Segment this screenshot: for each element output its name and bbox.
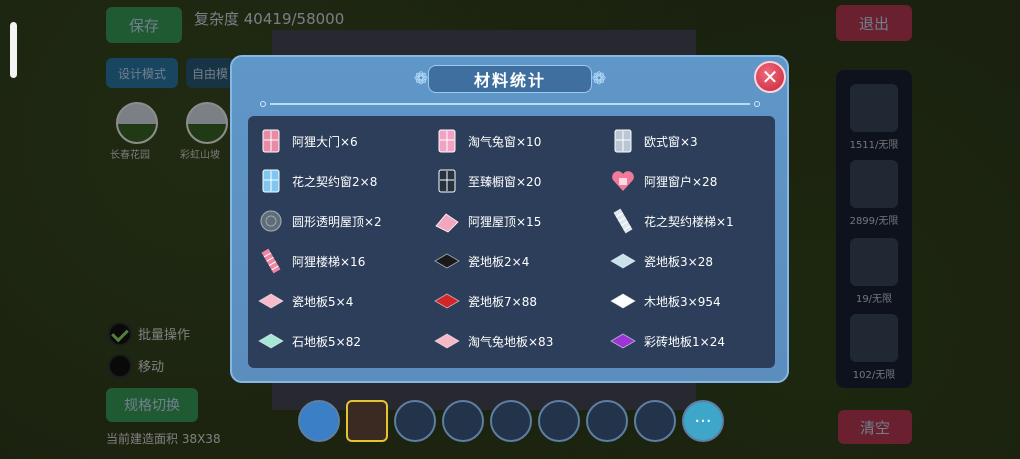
material-item: 圆形透明屋顶×2 (258, 204, 382, 238)
material-label: 阿狸屋顶×15 (468, 214, 542, 229)
material-item: 至臻橱窗×20 (434, 164, 541, 198)
floor-tile-icon (258, 288, 284, 314)
material-label: 花之契约楼梯×1 (644, 214, 734, 229)
tool-slot-5[interactable] (538, 400, 580, 442)
tool-slot-4[interactable] (490, 400, 532, 442)
material-label: 阿狸楼梯×16 (292, 254, 366, 269)
material-item: 阿狸窗户×28 (610, 164, 717, 198)
material-item: 彩砖地板1×24 (610, 324, 725, 358)
title-bar: ❁ 材料统计 ❁ (410, 63, 610, 95)
close-icon[interactable]: ✕ (754, 61, 786, 93)
dialog-title: 材料统计 (473, 71, 546, 90)
floor-tile-icon (610, 288, 636, 314)
scrollbar[interactable] (10, 22, 17, 78)
curtain-window-icon (434, 128, 460, 154)
spiral-stair-icon (610, 208, 636, 234)
material-item: 木地板3×954 (610, 284, 721, 318)
heart-window-icon (610, 168, 636, 194)
material-label: 淘气兔地板×83 (468, 334, 554, 349)
eraser-tool[interactable] (298, 400, 340, 442)
tool-slot-3[interactable] (442, 400, 484, 442)
material-item: 石地板5×82 (258, 324, 361, 358)
material-item: 花之契约窗2×8 (258, 164, 377, 198)
material-label: 石地板5×82 (292, 334, 361, 349)
material-item: 阿狸楼梯×16 (258, 244, 365, 278)
floor-tile-icon (434, 248, 460, 274)
flower-window-icon (258, 168, 284, 194)
tool-slot-6[interactable] (586, 400, 628, 442)
material-item: 花之契约楼梯×1 (610, 204, 734, 238)
round-roof-icon (258, 208, 284, 234)
materials-list: 阿狸大门×6 淘气兔窗×10 欧式窗×3 花之契约窗2×8 至臻橱窗×20 阿狸窗户×28… (248, 116, 775, 368)
material-item: 瓷地板2×4 (434, 244, 529, 278)
material-label: 彩砖地板1×24 (644, 334, 725, 349)
floor-tile-icon (610, 248, 636, 274)
floor-tile-icon (434, 328, 460, 354)
stair-icon (258, 248, 284, 274)
tool-slot-1[interactable] (346, 400, 388, 442)
material-label: 花之契约窗2×8 (292, 174, 378, 189)
door-icon (258, 128, 284, 154)
material-item: 淘气兔地板×83 (434, 324, 553, 358)
material-item: 瓷地板7×88 (434, 284, 537, 318)
roof-icon (434, 208, 460, 234)
showcase-window-icon (434, 168, 460, 194)
material-stats-dialog: ❁ 材料统计 ❁ ✕ 阿狸大门×6 淘气兔窗×10 欧式窗×3 花之契约窗2×8 至臻橱… (230, 55, 789, 383)
swirl-ornament-icon: ❁ (413, 69, 429, 89)
material-item: 阿狸大门×6 (258, 124, 358, 158)
material-label: 阿狸窗户×28 (644, 174, 718, 189)
component-toolbar: ··· (298, 400, 724, 452)
material-item: 欧式窗×3 (610, 124, 698, 158)
material-item: 瓷地板3×28 (610, 244, 713, 278)
material-label: 瓷地板2×4 (468, 254, 530, 269)
european-window-icon (610, 128, 636, 154)
material-label: 瓷地板5×4 (292, 294, 354, 309)
floor-tile-icon (434, 288, 460, 314)
material-item: 淘气兔窗×10 (434, 124, 541, 158)
material-label: 至臻橱窗×20 (468, 174, 542, 189)
material-label: 阿狸大门×6 (292, 134, 358, 149)
tool-slot-2[interactable] (394, 400, 436, 442)
divider (260, 101, 760, 107)
material-label: 圆形透明屋顶×2 (292, 214, 382, 229)
swirl-ornament-icon: ❁ (591, 69, 607, 89)
material-label: 欧式窗×3 (644, 134, 698, 149)
tool-slot-7[interactable] (634, 400, 676, 442)
material-item: 阿狸屋顶×15 (434, 204, 541, 238)
material-label: 瓷地板3×28 (644, 254, 713, 269)
material-label: 瓷地板7×88 (468, 294, 537, 309)
floor-tile-icon (610, 328, 636, 354)
material-item: 瓷地板5×4 (258, 284, 353, 318)
material-label: 木地板3×954 (644, 294, 721, 309)
more-button[interactable]: ··· (682, 400, 724, 442)
floor-tile-icon (258, 328, 284, 354)
material-label: 淘气兔窗×10 (468, 134, 542, 149)
